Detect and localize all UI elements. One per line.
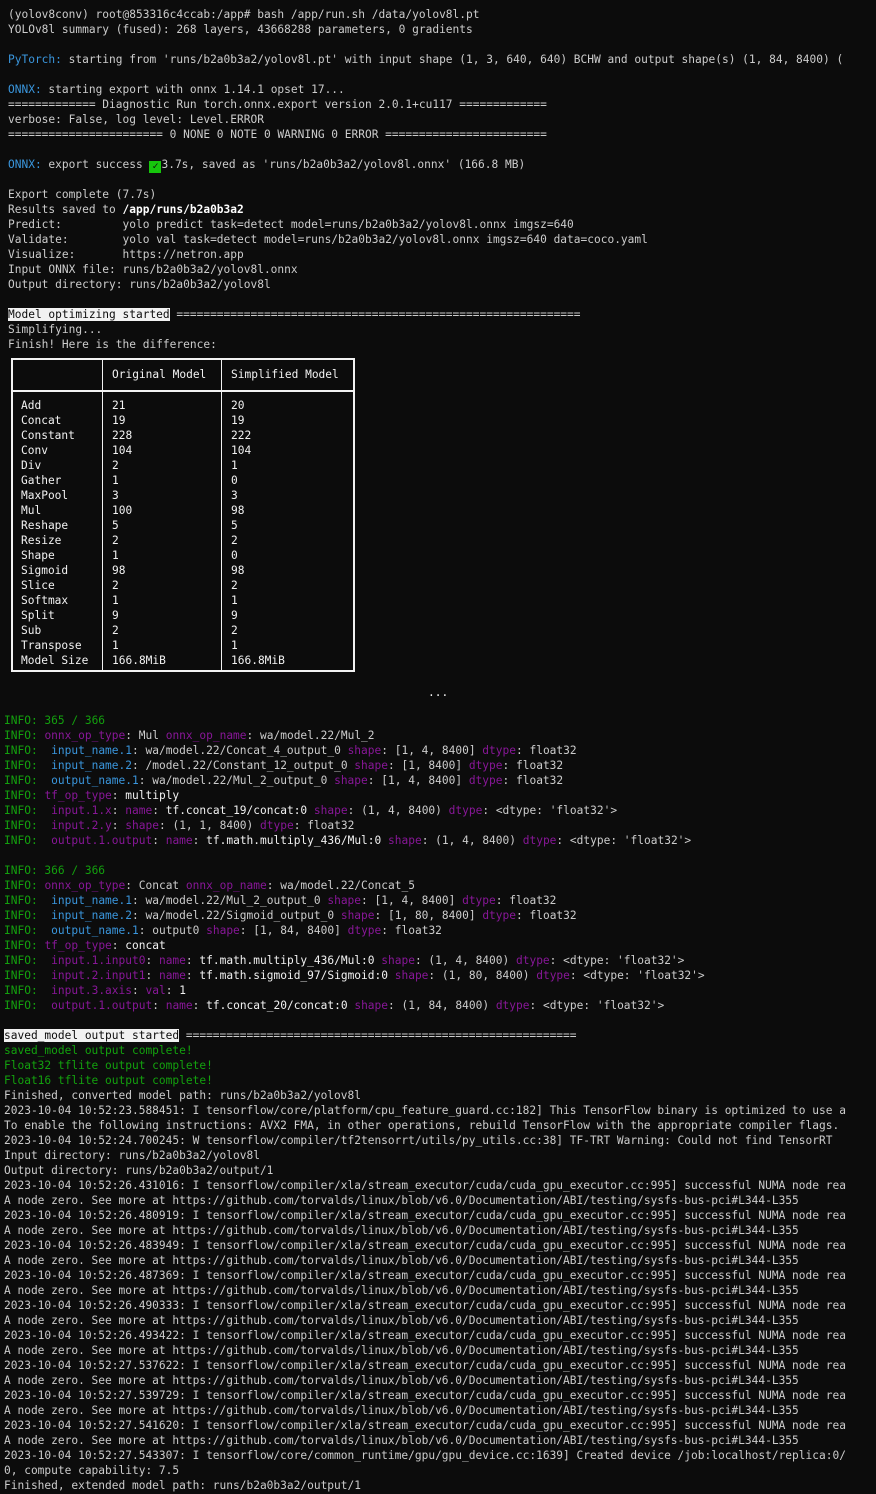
info-line: INFO: input.2.y: shape: (1, 1, 8400) dty… — [4, 819, 355, 832]
results-label: Results saved to — [8, 203, 123, 216]
info-line: INFO: input.2.input1: name: tf.math.sigm… — [4, 969, 705, 982]
log-line: ============= Diagnostic Run torch.onnx.… — [8, 98, 547, 111]
log-line: 2023-10-04 10:52:26.487369: I tensorflow… — [4, 1269, 846, 1282]
info-line: INFO: tf_op_type: concat — [4, 939, 166, 952]
info-line: INFO: output.1.output: name: tf.math.mul… — [4, 834, 692, 847]
original-count-column: 21 19 228 104 2 1 3 100 5 2 1 98 2 1 9 2… — [112, 399, 166, 667]
log-line: 2023-10-04 10:52:27.543307: I tensorflow… — [4, 1449, 846, 1462]
onnx-success-text: export success — [41, 158, 150, 171]
table-divider — [221, 360, 222, 670]
info-line: INFO: onnx_op_type: Mul onnx_op_name: wa… — [4, 729, 375, 742]
log-line: Input ONNX file: runs/b2a0b3a2/yolov8l.o… — [8, 263, 298, 276]
onnx-prefix: ONNX: — [8, 158, 42, 171]
info-line: INFO: input_name.1: wa/model.22/Mul_2_ou… — [4, 894, 557, 907]
export-complete-line: Export complete (7.7s) — [8, 188, 157, 201]
log-line: saved_model output complete! — [4, 1044, 193, 1057]
log-line: A node zero. See more at https://github.… — [4, 1224, 799, 1237]
onnx-start-line: ONNX: starting export with onnx 1.14.1 o… — [8, 82, 345, 97]
saved-model-started-line: saved_model output started =============… — [4, 1028, 577, 1043]
log-line: 2023-10-04 10:52:27.539729: I tensorflow… — [4, 1389, 846, 1402]
log-line: YOLOv8l summary (fused): 268 layers, 436… — [8, 23, 473, 36]
results-path: /app/runs/b2a0b3a2 — [122, 203, 244, 216]
log-line: A node zero. See more at https://github.… — [4, 1314, 799, 1327]
log-line: 2023-10-04 10:52:27.541620: I tensorflow… — [4, 1419, 846, 1432]
log-line: A node zero. See more at https://github.… — [4, 1404, 799, 1417]
onnx-success-line: ONNX: export success ✓ 3.7s, saved as 'ru… — [8, 157, 526, 173]
log-line: A node zero. See more at https://github.… — [4, 1284, 799, 1297]
log-line: 2023-10-04 10:52:27.537622: I tensorflow… — [4, 1359, 846, 1372]
info-line: INFO: 365 / 366 — [4, 714, 106, 727]
log-line: A node zero. See more at https://github.… — [4, 1194, 799, 1207]
log-line: (yolov8conv) root@853316c4ccab:/app# bas… — [8, 8, 480, 21]
ellipsis: ... — [428, 686, 449, 699]
onnx-prefix: ONNX: — [8, 83, 42, 96]
saved-model-label: saved_model output started — [4, 1029, 180, 1042]
log-line: Float32 tflite output complete! — [4, 1059, 213, 1072]
log-line: 2023-10-04 10:52:26.431016: I tensorflow… — [4, 1179, 846, 1192]
log-line: To enable the following instructions: AV… — [4, 1119, 840, 1132]
log-line: Input directory: runs/b2a0b3a2/yolov8l — [4, 1149, 260, 1162]
info-line: INFO: output_name.1: wa/model.22/Mul_2_o… — [4, 774, 564, 787]
info-line: INFO: input.1.x: name: tf.concat_19/conc… — [4, 804, 618, 817]
simplified-count-column: 20 19 222 104 1 0 3 98 5 2 0 98 2 1 9 2 … — [231, 399, 285, 667]
optimizing-label: Model optimizing started — [8, 308, 170, 321]
check-mark-icon: ✓ — [149, 161, 162, 173]
difference-table: Original Model Simplified Model Add Conc… — [11, 358, 355, 672]
info-line: INFO: input_name.2: /model.22/Constant_1… — [4, 759, 564, 772]
log-line: 2023-10-04 10:52:26.490333: I tensorflow… — [4, 1299, 846, 1312]
header-original-model: Original Model — [112, 368, 207, 381]
log-line: Output directory: runs/b2a0b3a2/output/1 — [4, 1164, 274, 1177]
log-line: Predict: yolo predict task=detect model=… — [8, 218, 574, 231]
info-line: INFO: output.1.output: name: tf.concat_2… — [4, 999, 665, 1012]
onnx-start-text: starting export with onnx 1.14.1 opset 1… — [41, 83, 345, 96]
header-simplified-model: Simplified Model — [231, 368, 339, 381]
log-line: 0, compute capability: 7.5 — [4, 1464, 180, 1477]
log-line: 2023-10-04 10:52:26.493422: I tensorflow… — [4, 1329, 846, 1342]
pytorch-text: starting from 'runs/b2a0b3a2/yolov8l.pt'… — [61, 53, 844, 66]
log-line: Validate: yolo val task=detect model=run… — [8, 233, 648, 246]
log-line: Visualize: https://netron.app — [8, 248, 244, 261]
table-header-divider — [13, 390, 353, 392]
info-line: INFO: input_name.2: wa/model.22/Sigmoid_… — [4, 909, 577, 922]
terminal-window[interactable]: (yolov8conv) root@853316c4ccab:/app# bas… — [0, 0, 876, 1494]
log-line: Finished, converted model path: runs/b2a… — [4, 1089, 361, 1102]
log-line: 2023-10-04 10:52:26.480919: I tensorflow… — [4, 1209, 846, 1222]
pytorch-prefix: PyTorch: — [8, 53, 62, 66]
log-line: A node zero. See more at https://github.… — [4, 1434, 799, 1447]
log-line: A node zero. See more at https://github.… — [4, 1374, 799, 1387]
optimizing-started-line: Model optimizing started ===============… — [8, 307, 581, 322]
simplifying-line: Simplifying... — [8, 323, 103, 336]
info-line: INFO: input.1.input0: name: tf.math.mult… — [4, 954, 685, 967]
info-line: INFO: tf_op_type: multiply — [4, 789, 180, 802]
log-line: 2023-10-04 10:52:23.588451: I tensorflow… — [4, 1104, 846, 1117]
saved-model-rule: ========================================… — [179, 1029, 577, 1042]
info-line: INFO: output_name.1: output0 shape: [1, … — [4, 924, 442, 937]
log-line: Float16 tflite output complete! — [4, 1074, 213, 1087]
log-line: Finished, extended model path: runs/b2a0… — [4, 1479, 361, 1492]
log-line: 2023-10-04 10:52:24.700245: W tensorflow… — [4, 1134, 833, 1147]
onnx-success-detail: 3.7s, saved as 'runs/b2a0b3a2/yolov8l.on… — [161, 158, 526, 171]
results-saved-line: Results saved to /app/runs/b2a0b3a2 — [8, 202, 244, 217]
log-line: 2023-10-04 10:52:26.483949: I tensorflow… — [4, 1239, 846, 1252]
optimizing-rule: ========================================… — [169, 308, 581, 321]
info-line: INFO: input.3.axis: val: 1 — [4, 984, 186, 997]
op-name-column: Add Concat Constant Conv Div Gather MaxP… — [21, 399, 89, 667]
log-line: verbose: False, log level: Level.ERROR — [8, 113, 264, 126]
finish-difference-line: Finish! Here is the difference: — [8, 338, 217, 351]
log-line: A node zero. See more at https://github.… — [4, 1254, 799, 1267]
log-line: A node zero. See more at https://github.… — [4, 1344, 799, 1357]
info-line: INFO: onnx_op_type: Concat onnx_op_name:… — [4, 879, 415, 892]
log-line: ======================= 0 NONE 0 NOTE 0 … — [8, 128, 547, 141]
table-divider — [102, 360, 103, 670]
log-line: Output directory: runs/b2a0b3a2/yolov8l — [8, 278, 271, 291]
info-line: INFO: 366 / 366 — [4, 864, 106, 877]
pytorch-line: PyTorch: starting from 'runs/b2a0b3a2/yo… — [8, 52, 843, 67]
info-line: INFO: input_name.1: wa/model.22/Concat_4… — [4, 744, 577, 757]
